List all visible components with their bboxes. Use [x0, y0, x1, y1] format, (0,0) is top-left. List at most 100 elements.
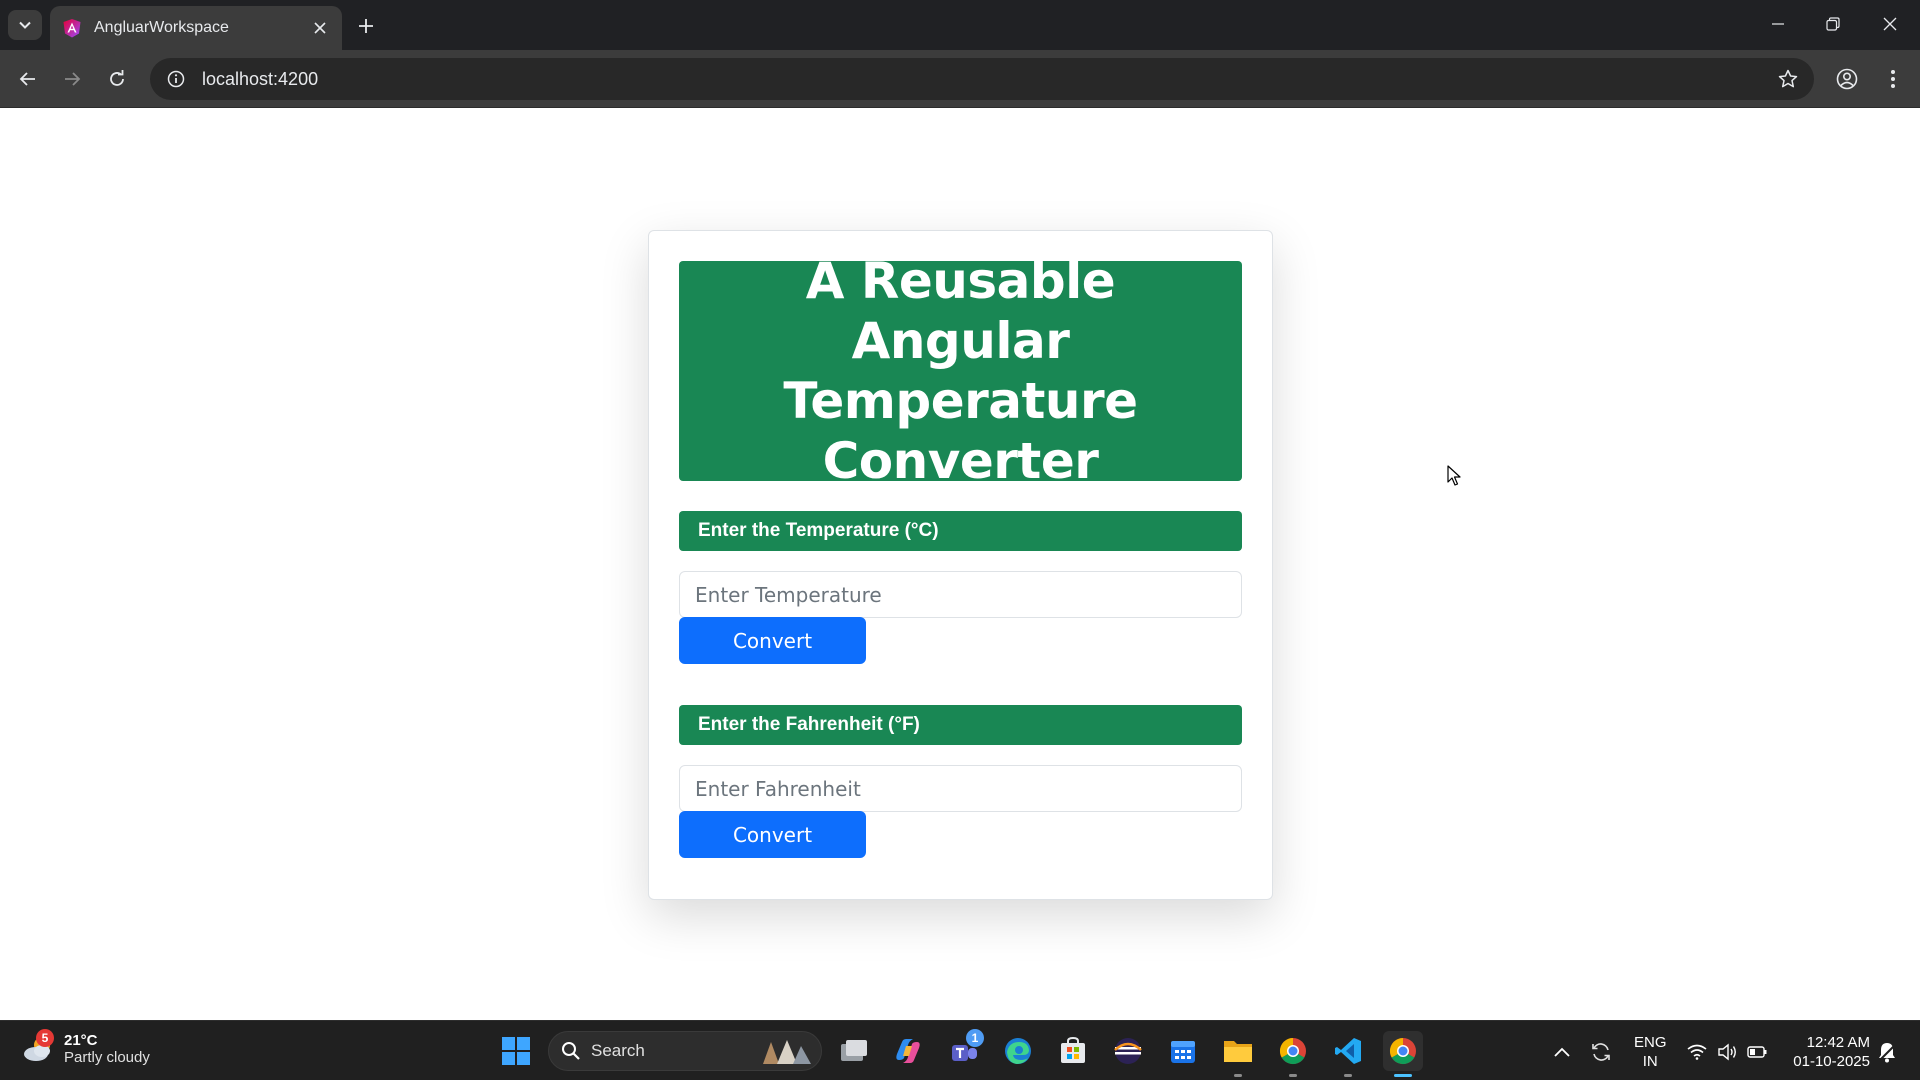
close-icon: [1883, 17, 1897, 31]
page-title: A Reusable Angular Temperature Converter: [783, 252, 1138, 490]
tab-title: AngluarWorkspace: [94, 19, 229, 36]
mouse-cursor-icon: [1447, 465, 1461, 486]
menu-icon: [1891, 70, 1895, 88]
vscode-icon: [1335, 1038, 1361, 1064]
clock-date: 01-10-2025: [1793, 1053, 1870, 1070]
calendar-icon: [1171, 1041, 1195, 1063]
chrome-button-active[interactable]: [1383, 1031, 1423, 1077]
browser-titlebar: AngluarWorkspace: [0, 0, 1920, 50]
chrome-icon: [1279, 1037, 1306, 1065]
weather-widget[interactable]: 5 21°C Partly cloudy: [20, 1029, 150, 1069]
taskbar-search-box[interactable]: Search: [548, 1031, 822, 1071]
convert-fahrenheit-button[interactable]: Convert: [679, 811, 866, 858]
start-button[interactable]: [496, 1031, 536, 1071]
file-explorer-button[interactable]: [1218, 1031, 1258, 1077]
clock-time: 12:42 AM: [1806, 1034, 1870, 1051]
star-icon: [1778, 69, 1798, 88]
weather-badge: 5: [36, 1029, 54, 1047]
vscode-button[interactable]: [1328, 1031, 1368, 1077]
reload-button[interactable]: [101, 63, 133, 95]
task-view-button[interactable]: [834, 1031, 874, 1071]
celsius-label: Enter the Temperature (°C): [698, 520, 939, 541]
language-region: IN: [1642, 1053, 1658, 1070]
site-info-button[interactable]: [164, 67, 188, 91]
forward-button[interactable]: [56, 63, 88, 95]
converter-card: A Reusable Angular Temperature Converter…: [648, 230, 1273, 900]
chevron-up-icon: [1554, 1047, 1570, 1057]
close-window-button[interactable]: [1872, 8, 1908, 40]
active-indicator: [1394, 1074, 1412, 1077]
close-icon: [314, 22, 326, 34]
forward-icon: [65, 72, 81, 86]
search-highlight-icon: [763, 1040, 811, 1064]
teams-button[interactable]: 1: [944, 1029, 984, 1071]
task-view-icon: [841, 1040, 867, 1061]
back-icon: [19, 72, 35, 86]
tab-search-icon: [19, 21, 31, 29]
weather-description: Partly cloudy: [64, 1049, 150, 1066]
restore-button[interactable]: [1815, 8, 1851, 40]
running-indicator: [1234, 1074, 1242, 1077]
tab-search-button[interactable]: [8, 10, 42, 40]
weather-temp: 21°C: [64, 1032, 98, 1049]
language-indicator[interactable]: ENG IN: [1634, 1033, 1667, 1071]
volume-icon: [1718, 1043, 1736, 1061]
show-hidden-icons-button[interactable]: [1551, 1041, 1573, 1063]
running-indicator: [1289, 1074, 1297, 1077]
header-banner: A Reusable Angular Temperature Converter: [679, 252, 1242, 490]
copilot-icon: [896, 1039, 920, 1063]
bookmark-button[interactable]: [1776, 67, 1800, 91]
volume-tray-button[interactable]: [1716, 1041, 1738, 1063]
tab-close-button[interactable]: [310, 18, 330, 38]
back-button[interactable]: [12, 63, 44, 95]
partly-cloudy-icon: 5: [20, 1029, 60, 1069]
celsius-input[interactable]: [679, 571, 1242, 618]
wifi-tray-button[interactable]: [1686, 1041, 1708, 1063]
browser-menu-button[interactable]: [1877, 63, 1909, 95]
taskbar: 5 21°C Partly cloudy Search 1 ENG IN 12:…: [0, 1020, 1920, 1080]
battery-icon: [1747, 1046, 1767, 1058]
calendar-button[interactable]: [1163, 1031, 1203, 1071]
restore-icon: [1826, 17, 1840, 31]
eclipse-icon: [1114, 1038, 1142, 1064]
sync-tray-button[interactable]: [1590, 1041, 1612, 1063]
notification-button[interactable]: [1876, 1041, 1898, 1063]
teams-badge: 1: [966, 1029, 984, 1047]
reload-icon: [110, 70, 124, 86]
notification-icon: [1877, 1043, 1897, 1063]
browser-toolbar: localhost:4200: [0, 50, 1920, 108]
profile-icon: [1836, 68, 1858, 90]
new-tab-button[interactable]: [352, 12, 380, 40]
convert-celsius-button[interactable]: Convert: [679, 617, 866, 664]
copilot-button[interactable]: [888, 1031, 928, 1071]
address-bar[interactable]: localhost:4200: [150, 58, 1814, 100]
url-text: localhost:4200: [202, 68, 319, 89]
page-viewport: A Reusable Angular Temperature Converter…: [0, 109, 1920, 1020]
language-code: ENG: [1634, 1034, 1667, 1051]
fahrenheit-label-bar: Enter the Fahrenheit (°F): [679, 705, 1242, 745]
celsius-label-bar: Enter the Temperature (°C): [679, 511, 1242, 551]
minimize-icon: [1772, 23, 1784, 25]
wifi-icon: [1687, 1044, 1707, 1060]
battery-tray-button[interactable]: [1746, 1041, 1768, 1063]
profile-button[interactable]: [1831, 63, 1863, 95]
edge-icon: [1005, 1038, 1031, 1064]
plus-icon: [359, 19, 373, 33]
fahrenheit-label: Enter the Fahrenheit (°F): [698, 714, 920, 735]
chrome-icon: [1389, 1037, 1416, 1065]
file-explorer-icon: [1224, 1041, 1252, 1062]
chrome-button-alt[interactable]: [1273, 1031, 1313, 1077]
eclipse-button[interactable]: [1108, 1031, 1148, 1071]
edge-button[interactable]: [998, 1031, 1038, 1071]
search-label: Search: [591, 1041, 645, 1060]
tab-angular-workspace[interactable]: AngluarWorkspace: [50, 6, 342, 50]
store-button[interactable]: [1053, 1031, 1093, 1071]
minimize-button[interactable]: [1760, 8, 1796, 40]
store-icon: [1061, 1036, 1085, 1063]
clock[interactable]: 12:42 AM 01-10-2025: [1780, 1033, 1870, 1071]
info-icon: [167, 70, 185, 88]
running-indicator: [1344, 1074, 1352, 1077]
windows-start-icon: [502, 1037, 530, 1065]
fahrenheit-input[interactable]: [679, 765, 1242, 812]
sync-icon: [1592, 1043, 1610, 1061]
